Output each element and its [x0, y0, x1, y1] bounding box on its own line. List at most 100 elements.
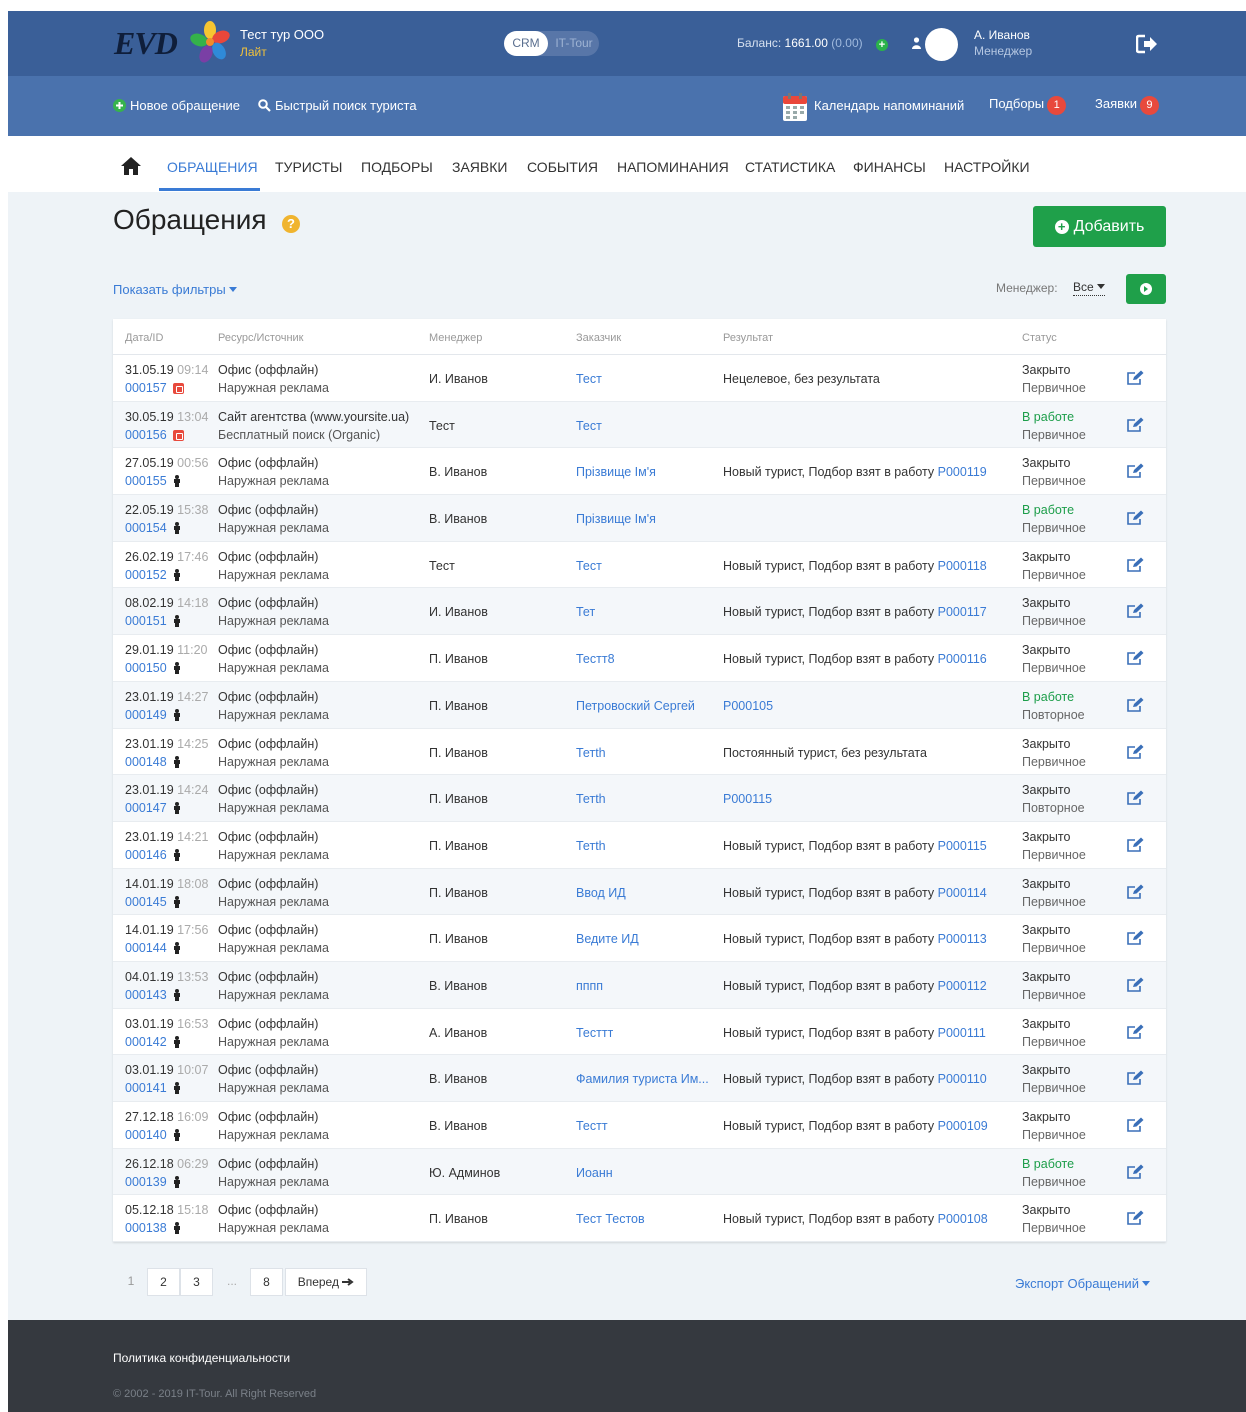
row-customer-link[interactable]: Прізвище Ім'я — [576, 512, 656, 526]
edit-icon[interactable] — [1127, 370, 1144, 386]
table-row[interactable]: 29.01.19 11:20 000150 Офис (оффлайн) Наружн… — [113, 635, 1166, 682]
row-result-link[interactable]: P000116 — [938, 652, 987, 666]
calendar-link[interactable]: Календарь напоминаний — [814, 98, 964, 113]
tab-settings[interactable]: НАСТРОЙКИ — [944, 159, 1030, 175]
logout-icon[interactable] — [1136, 34, 1158, 54]
edit-icon[interactable] — [1127, 884, 1144, 900]
row-id[interactable]: 000155 — [125, 474, 181, 490]
row-id[interactable]: 000143 — [125, 988, 181, 1004]
edit-icon[interactable] — [1127, 603, 1144, 619]
logo[interactable]: EVD — [114, 25, 178, 62]
home-icon[interactable] — [120, 156, 142, 176]
header-date[interactable]: Дата/ID — [125, 332, 163, 344]
page-1[interactable]: 1 — [121, 1268, 141, 1296]
row-id[interactable]: 000145 — [125, 895, 181, 911]
header-status[interactable]: Статус — [1022, 332, 1057, 344]
edit-icon[interactable] — [1127, 744, 1144, 760]
table-row[interactable]: 14.01.19 17:56 000144 Офис (оффлайн) Наружн… — [113, 915, 1166, 962]
help-icon[interactable]: ? — [282, 215, 300, 233]
table-row[interactable]: 23.01.19 14:27 000149 Офис (оффлайн) Наружн… — [113, 681, 1166, 729]
table-row[interactable]: 26.12.18 06:29 000139 Офис (оффлайн) Наружн… — [113, 1148, 1166, 1196]
table-row[interactable]: 05.12.18 15:18 000138 Офис (оффлайн) Наружн… — [113, 1195, 1166, 1243]
tab-orders[interactable]: ЗАЯВКИ — [452, 159, 507, 175]
row-customer-link[interactable]: Тест — [576, 372, 602, 386]
row-customer-link[interactable]: Ввод ИД — [576, 886, 626, 900]
tab-finances[interactable]: ФИНАНСЫ — [853, 159, 926, 175]
crm-toggle[interactable]: CRM IT-Tour — [504, 31, 599, 56]
table-row[interactable]: 27.12.18 16:09 000140 Офис (оффлайн) Наружн… — [113, 1102, 1166, 1149]
row-id[interactable]: 000148 — [125, 755, 181, 771]
row-result-link[interactable]: P000115 — [938, 839, 987, 853]
calendar-icon[interactable] — [783, 93, 807, 121]
selections-link[interactable]: Подборы 1 — [989, 96, 1067, 115]
tab-selections[interactable]: ПОДБОРЫ — [361, 159, 433, 175]
edit-icon[interactable] — [1127, 697, 1144, 713]
row-customer-link[interactable]: Тест Тестов — [576, 1212, 645, 1226]
apply-filter-button[interactable] — [1126, 274, 1166, 304]
row-customer-link[interactable]: Тест — [576, 559, 602, 573]
table-row[interactable]: 08.02.19 14:18 000151 Офис (оффлайн) Наружн… — [113, 588, 1166, 636]
table-row[interactable]: 30.05.19 13:04 000156 Сайт агентства (www.… — [113, 401, 1166, 449]
row-id[interactable]: 000142 — [125, 1035, 181, 1051]
row-id[interactable]: 000139 — [125, 1175, 181, 1191]
row-id[interactable]: 000151 — [125, 614, 181, 630]
privacy-policy-link[interactable]: Политика конфиденциальности — [113, 1351, 290, 1365]
orders-link[interactable]: Заявки 9 — [1095, 96, 1159, 115]
row-id[interactable]: 000152 — [125, 568, 181, 584]
edit-icon[interactable] — [1127, 1210, 1144, 1226]
row-customer-link[interactable]: Петровоский Сергей — [576, 699, 695, 713]
row-customer-link[interactable]: Тестт — [576, 1119, 608, 1133]
row-id[interactable]: 000144 — [125, 941, 181, 957]
tab-tourists[interactable]: ТУРИСТЫ — [275, 159, 342, 175]
row-customer-link[interactable]: пппп — [576, 979, 603, 993]
row-id[interactable]: 000138 — [125, 1221, 181, 1237]
page-2[interactable]: 2 — [147, 1268, 180, 1296]
header-manager[interactable]: Менеджер — [429, 332, 482, 344]
row-id[interactable]: 000154 — [125, 521, 181, 537]
show-filters-link[interactable]: Показать фильтры — [113, 282, 237, 297]
row-result-link[interactable]: P000119 — [938, 465, 987, 479]
table-row[interactable]: 23.01.19 14:25 000148 Офис (оффлайн) Наружн… — [113, 729, 1166, 776]
edit-icon[interactable] — [1127, 1164, 1144, 1180]
tab-requests[interactable]: ОБРАЩЕНИЯ — [167, 159, 258, 175]
table-row[interactable]: 03.01.19 16:53 000142 Офис (оффлайн) Наружн… — [113, 1009, 1166, 1056]
table-row[interactable]: 27.05.19 00:56 000155 Офис (оффлайн) Наружн… — [113, 448, 1166, 496]
row-id[interactable]: 000150 — [125, 661, 181, 677]
user-info[interactable]: А. Иванов Менеджер — [974, 28, 1032, 58]
edit-icon[interactable] — [1127, 557, 1144, 573]
row-customer-link[interactable]: Тест — [576, 419, 602, 433]
table-row[interactable]: 14.01.19 18:08 000145 Офис (оффлайн) Наружн… — [113, 868, 1166, 916]
edit-icon[interactable] — [1127, 1117, 1144, 1133]
crm-toggle-off[interactable]: IT-Tour — [550, 31, 598, 56]
row-id[interactable]: 000147 — [125, 801, 181, 817]
row-id[interactable]: 000156 — [125, 428, 184, 444]
edit-icon[interactable] — [1127, 790, 1144, 806]
page-3[interactable]: 3 — [180, 1268, 213, 1296]
edit-icon[interactable] — [1127, 650, 1144, 666]
crm-toggle-on[interactable]: CRM — [504, 31, 548, 56]
row-id[interactable]: 000146 — [125, 848, 181, 864]
edit-icon[interactable] — [1127, 1070, 1144, 1086]
edit-icon[interactable] — [1127, 930, 1144, 946]
edit-icon[interactable] — [1127, 417, 1144, 433]
row-customer-link[interactable]: Ведите ИД — [576, 932, 639, 946]
row-customer-link[interactable]: Прізвище Ім'я — [576, 465, 656, 479]
row-result-link[interactable]: P000110 — [938, 1072, 987, 1086]
row-customer-link[interactable]: Тетth — [576, 792, 606, 806]
header-resource[interactable]: Ресурс/Источник — [218, 332, 303, 344]
row-result-link[interactable]: P000115 — [723, 792, 772, 806]
edit-icon[interactable] — [1127, 977, 1144, 993]
avatar[interactable] — [925, 28, 958, 61]
row-result-link[interactable]: P000114 — [938, 886, 987, 900]
table-row[interactable]: 22.05.19 15:38 000154 Офис (оффлайн) Наружн… — [113, 495, 1166, 542]
row-result-link[interactable]: P000113 — [938, 932, 987, 946]
tab-statistics[interactable]: СТАТИСТИКА — [745, 159, 835, 175]
header-customer[interactable]: Заказчик — [576, 332, 621, 344]
row-id[interactable]: 000157 — [125, 381, 184, 397]
edit-icon[interactable] — [1127, 1024, 1144, 1040]
row-result-link[interactable]: P000118 — [938, 559, 987, 573]
quick-search-link[interactable]: Быстрый поиск туриста — [258, 98, 417, 115]
edit-icon[interactable] — [1127, 510, 1144, 526]
table-row[interactable]: 26.02.19 17:46 000152 Офис (оффлайн) Наружн… — [113, 542, 1166, 589]
row-result-link[interactable]: P000111 — [938, 1026, 986, 1040]
